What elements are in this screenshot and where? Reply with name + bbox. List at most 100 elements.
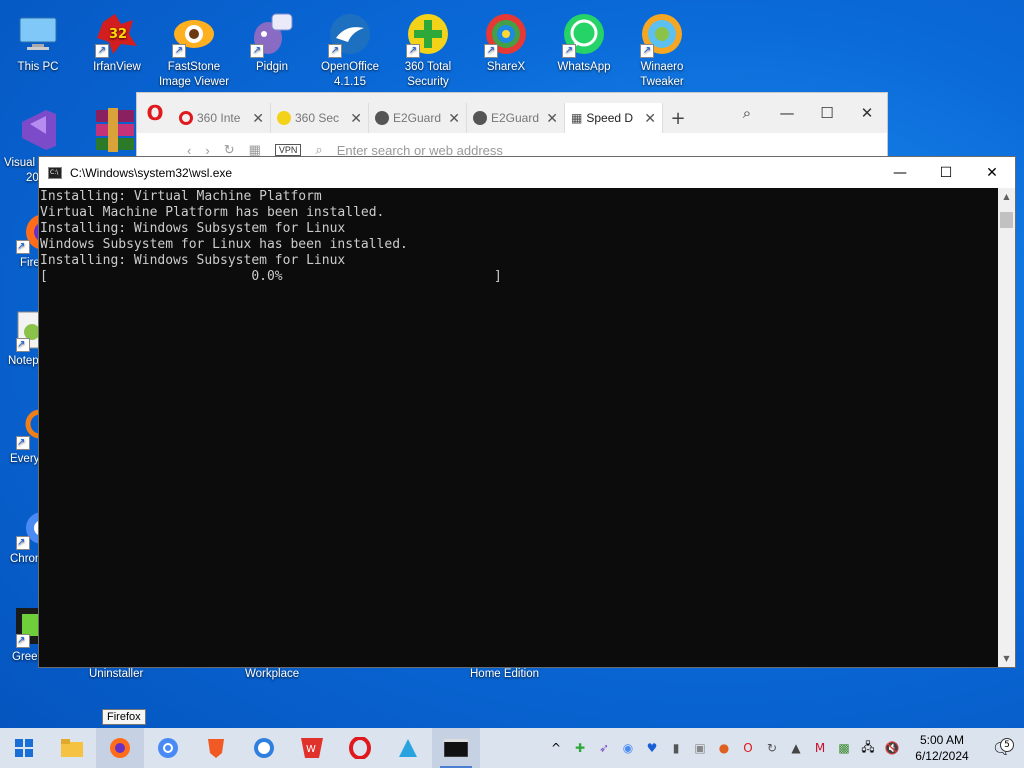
app-tray-icon[interactable]: ▣ <box>688 741 712 755</box>
desktop-icon-everything[interactable]: ↗ Every <box>0 406 44 467</box>
chrome-tray-icon[interactable]: ◉ <box>616 741 640 755</box>
wps-taskbar-button[interactable]: W <box>288 728 336 768</box>
opera-logo-icon[interactable]: O <box>137 93 173 133</box>
sync-tray-icon[interactable]: ↻ <box>760 741 784 755</box>
this-pc-icon <box>14 10 62 58</box>
terminal-taskbar-button[interactable] <box>432 728 480 768</box>
pidgin-icon: ↗ <box>248 10 296 58</box>
desktop-icon-winrar[interactable] <box>94 108 136 156</box>
desktop-icon-label: WhatsApp <box>557 61 611 73</box>
desktop-icon-notepad[interactable]: ↗ Notep <box>0 308 44 369</box>
desktop-icon-label: FastStone Image Viewer <box>158 61 230 88</box>
desktop-icon-label: 360 Total Security <box>404 61 452 88</box>
desktop-icon-360-total-security[interactable]: ↗ 360 Total Security <box>390 10 466 90</box>
desktop-icon-greenshot[interactable]: ↗ Green <box>0 604 44 665</box>
scroll-up-icon[interactable]: ▲ <box>998 188 1015 205</box>
feather-tray-icon[interactable]: ➶ <box>592 741 616 755</box>
maximize-icon[interactable]: ☐ <box>807 104 847 122</box>
desktop-icon-label-workplace[interactable]: Workplace <box>245 668 299 680</box>
desktop-icon-winaero-tweaker[interactable]: ↗ Winaero Tweaker <box>624 10 700 90</box>
console-line: Installing: Windows Subsystem for Linux <box>40 253 346 268</box>
desktop-icon-chrome[interactable]: ↗ Chron <box>0 506 44 567</box>
minimize-icon[interactable]: — <box>767 104 807 122</box>
tab-label: 360 Sec <box>295 111 340 125</box>
browser-taskbar-button[interactable] <box>240 728 288 768</box>
chrome-taskbar-button[interactable] <box>144 728 192 768</box>
console-output[interactable]: Installing: Virtual Machine Platform Virt… <box>39 188 998 667</box>
browser-tab[interactable]: E2Guard ✕ <box>467 103 565 133</box>
desktop-icon-label-home-edition[interactable]: Home Edition <box>470 668 539 680</box>
close-tab-icon[interactable]: ✕ <box>350 110 362 127</box>
search-tabs-icon[interactable]: ⌕ <box>727 104 767 122</box>
maximize-button[interactable]: ☐ <box>923 157 969 188</box>
desktop-icon-label: Every <box>10 453 40 465</box>
brave-taskbar-button[interactable] <box>192 728 240 768</box>
notification-count-badge: 5 <box>1000 737 1014 752</box>
opera-taskbar-button[interactable] <box>336 728 384 768</box>
record-tray-icon[interactable]: ● <box>712 741 736 755</box>
visual-studio-icon <box>14 106 62 154</box>
close-icon[interactable]: ✕ <box>847 104 887 122</box>
new-tab-button[interactable]: + <box>663 103 693 133</box>
desktop-icon-pidgin[interactable]: ↗ Pidgin <box>234 10 310 75</box>
console-title: C:\Windows\system32\wsl.exe <box>70 165 233 180</box>
desktop-icon-faststone[interactable]: ↗ FastStone Image Viewer <box>156 10 232 90</box>
console-scrollbar[interactable]: ▲ ▼ <box>998 188 1015 667</box>
browser-tab[interactable]: 360 Sec ✕ <box>271 103 369 133</box>
shield-tray-icon[interactable]: ♥ <box>640 741 664 755</box>
desktop-icon-visual-studio[interactable]: Visual 20 <box>0 106 56 186</box>
mcafee-tray-icon[interactable]: M <box>808 741 832 755</box>
desktop-icon-sharex[interactable]: ↗ ShareX <box>468 10 544 75</box>
network-icon[interactable]: 🖧 <box>856 738 880 759</box>
console-window-controls: — ☐ ✕ <box>877 157 1015 188</box>
desktop-icon-whatsapp[interactable]: ↗ WhatsApp <box>546 10 622 75</box>
opera-tray-icon[interactable]: O <box>736 741 760 755</box>
start-button[interactable] <box>0 728 48 768</box>
close-button[interactable]: ✕ <box>969 157 1015 188</box>
usb-tray-icon[interactable]: ▮ <box>664 741 688 755</box>
close-tab-icon[interactable]: ✕ <box>546 110 558 127</box>
app-taskbar-button[interactable] <box>384 728 432 768</box>
system-tray: ^ ✚ ➶ ◉ ♥ ▮ ▣ ● O ↻ ▲ M ▩ 🖧 🔇 5:00 AM 6/… <box>544 728 1024 768</box>
desktop-icon-label: Winaero Tweaker <box>640 61 684 88</box>
desktop-icon-this-pc[interactable]: This PC <box>0 10 76 75</box>
desktop-icon-openoffice[interactable]: ↗ OpenOffice 4.1.15 <box>312 10 388 90</box>
wsl-console-window[interactable]: C:\ C:\Windows\system32\wsl.exe — ☐ ✕ In… <box>38 156 1016 668</box>
vpn-badge[interactable]: VPN <box>274 144 302 156</box>
action-center-button[interactable]: 🗨 5 <box>980 737 1024 758</box>
scroll-down-icon[interactable]: ▼ <box>998 650 1015 667</box>
scrollbar-thumb[interactable] <box>1000 212 1013 228</box>
warning-tray-icon[interactable]: ▲ <box>784 741 808 755</box>
close-tab-icon[interactable]: ✕ <box>644 110 656 127</box>
360-tray-icon[interactable]: ✚ <box>568 741 592 755</box>
desktop-icon-label: Green <box>12 651 44 663</box>
chevron-up-icon[interactable]: ^ <box>544 741 568 755</box>
firefox-taskbar-button[interactable] <box>96 728 144 768</box>
file-explorer-button[interactable] <box>48 728 96 768</box>
browser-tab[interactable]: E2Guard ✕ <box>369 103 467 133</box>
brave-icon <box>208 739 224 758</box>
desktop-icon-label-uninstaller[interactable]: Uninstaller <box>89 668 143 680</box>
desktop-icon-label: Fire <box>20 257 40 269</box>
progress-line: [ 0.0% ] <box>40 269 502 284</box>
browser-tab[interactable]: 360 Inte ✕ <box>173 103 271 133</box>
desktop-icon-label: This PC <box>17 61 59 73</box>
taskbar-clock[interactable]: 5:00 AM 6/12/2024 <box>904 732 980 764</box>
wps-office-icon: W <box>301 738 323 758</box>
360-security-icon: ↗ <box>404 10 452 58</box>
irfanview-icon: 32 ↗ <box>93 10 141 58</box>
desktop-icon-irfanview[interactable]: 32 ↗ IrfanView <box>79 10 155 75</box>
opera-browser-window[interactable]: O 360 Inte ✕ 360 Sec ✕ E2Guard ✕ E2Guard… <box>136 92 888 166</box>
close-tab-icon[interactable]: ✕ <box>448 110 460 127</box>
browser-tab-active[interactable]: ▦ Speed D ✕ <box>565 103 663 133</box>
desktop-icon-firefox[interactable]: ↗ Fire <box>0 210 44 271</box>
console-titlebar[interactable]: C:\ C:\Windows\system32\wsl.exe — ☐ ✕ <box>39 157 1015 188</box>
close-tab-icon[interactable]: ✕ <box>252 110 264 127</box>
minimize-button[interactable]: — <box>877 157 923 188</box>
globe-favicon-icon <box>375 111 389 125</box>
console-line: Installing: Virtual Machine Platform <box>40 189 322 204</box>
console-app-icon: C:\ <box>48 166 62 179</box>
volume-muted-icon[interactable]: 🔇 <box>880 741 904 755</box>
desktop-icon-label: OpenOffice 4.1.15 <box>321 61 379 88</box>
greenshot-tray-icon[interactable]: ▩ <box>832 741 856 755</box>
